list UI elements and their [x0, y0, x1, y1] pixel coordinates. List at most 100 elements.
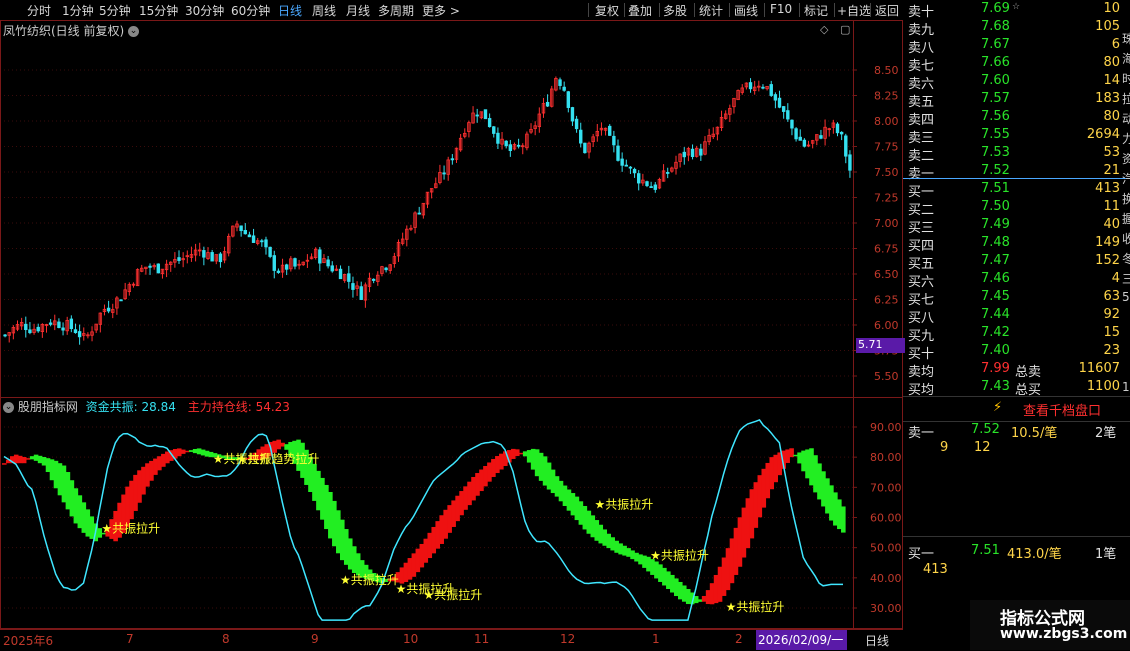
ask-row-4[interactable]: 卖四 7.56 80	[903, 108, 1130, 128]
level-price: 7.68	[981, 19, 1010, 34]
edge-char: 汽	[1122, 172, 1130, 186]
indicator-bar	[17, 455, 23, 464]
resonance-signal-label: ★共振拉升	[423, 587, 482, 602]
candle-body	[835, 123, 840, 134]
depth-sell1-row: 卖一 7.52 10.5/笔 2笔	[908, 422, 1117, 441]
view-depth-button[interactable]: 查看千档盘口	[1023, 400, 1101, 419]
indicator-bar	[21, 456, 27, 464]
edge-char: 力	[1122, 132, 1130, 146]
bid-row-1[interactable]: 买一 7.51 413	[903, 180, 1130, 200]
edge-char: 资	[1122, 152, 1130, 166]
indicator-bar	[813, 455, 818, 493]
indicator-bar	[487, 462, 492, 482]
indicator-bar	[73, 488, 79, 524]
indicator-bar	[642, 555, 647, 568]
indicator-bar	[471, 476, 476, 501]
candle-body	[583, 142, 587, 154]
candle-body	[682, 151, 686, 158]
indicator-bar	[741, 507, 747, 558]
x-tick: 10	[403, 632, 419, 646]
bid-row-2[interactable]: 买二 7.50 11	[903, 198, 1130, 218]
ask-row-3[interactable]: 卖三 7.55 2694	[903, 126, 1130, 146]
bid-row-5[interactable]: 买五 7.47 152	[903, 252, 1130, 272]
ask-row-6[interactable]: 卖六 7.60 14	[903, 72, 1130, 92]
indicator-bar	[407, 558, 413, 580]
level-volume: 152	[1095, 253, 1120, 268]
level-price: 7.50	[981, 199, 1010, 214]
pane-controls: ◇ ▢	[820, 23, 850, 36]
indicator-bar	[546, 462, 552, 490]
indicator-bar	[602, 529, 608, 546]
candlestick-series	[3, 76, 852, 345]
series-main-holding-label: 主力持仓线: 54.23	[187, 400, 290, 414]
candle-body	[579, 129, 583, 144]
indicator-bar	[204, 450, 210, 457]
indicator-bar	[129, 480, 134, 520]
edge-char: 海	[1122, 52, 1130, 66]
ask-row-8[interactable]: 卖八 7.67 6	[903, 36, 1130, 56]
ask-row-7[interactable]: 卖七 7.66 80	[903, 54, 1130, 74]
indicator-bar	[137, 470, 142, 503]
avg-buy-row: 买均 7.43 总买 1100	[908, 379, 1120, 398]
bid-row-10[interactable]: 买十 7.40 23	[903, 342, 1130, 362]
indicator-bar	[630, 550, 635, 560]
window-icon[interactable]: ▢	[840, 23, 850, 36]
candle-body	[508, 144, 513, 151]
indicator-bar	[49, 459, 55, 481]
candle-body	[442, 172, 446, 175]
ask-row-9[interactable]: 卖九 7.68 105	[903, 18, 1130, 38]
bid-row-6[interactable]: 买六 7.46 4	[903, 270, 1130, 290]
chevron-down-icon[interactable]: ⌄	[3, 402, 14, 413]
bid-row-4[interactable]: 买四 7.48 149	[903, 234, 1130, 254]
indicator-bar	[514, 449, 520, 457]
indicator-bar	[69, 480, 75, 517]
indicator-bar	[566, 489, 572, 511]
indicator-bar	[316, 470, 321, 511]
bid-row-3[interactable]: 买三 7.49 40	[903, 216, 1130, 236]
candle-body	[326, 259, 330, 267]
indicator-bar	[347, 538, 353, 570]
ask-row-5[interactable]: 卖五 7.57 183	[903, 90, 1130, 110]
indicator-tick-label: 80.00	[870, 451, 902, 464]
candle-body	[251, 235, 256, 243]
ask-row-2[interactable]: 卖二 7.53 53	[903, 144, 1130, 164]
level-volume: 10	[1103, 1, 1120, 16]
indicator-bar	[825, 478, 830, 514]
level-price: 7.44	[981, 307, 1010, 322]
indicator-bar	[518, 452, 524, 455]
bid-row-7[interactable]: 买七 7.45 63	[903, 288, 1130, 308]
indicator-bar	[670, 574, 675, 593]
candle-body	[247, 234, 252, 238]
candle-body	[359, 286, 363, 300]
level-volume: 40	[1103, 217, 1120, 232]
candle-body	[272, 255, 276, 271]
level-volume: 14	[1103, 73, 1120, 88]
indicator-bar	[582, 505, 588, 530]
diamond-icon[interactable]: ◇	[820, 23, 828, 36]
indicator-bar	[403, 562, 409, 583]
indicator-bar	[176, 448, 182, 457]
candle-body	[36, 326, 40, 332]
level-volume: 53	[1103, 145, 1120, 160]
chevron-down-icon[interactable]: ⌄	[128, 26, 140, 37]
indicator-bar	[590, 515, 596, 538]
indicator-bar	[681, 585, 687, 602]
indicator-bar	[499, 453, 504, 470]
indicator-bar	[184, 450, 190, 453]
bid-row-9[interactable]: 买九 7.42 15	[903, 324, 1130, 344]
indicator-bar	[538, 452, 544, 481]
indicator-bar	[423, 538, 429, 563]
candle-body	[417, 212, 421, 215]
candle-body	[504, 140, 508, 147]
indicator-bar	[153, 458, 158, 475]
star-icon: ☆	[1012, 2, 1021, 12]
indicator-bar	[526, 450, 532, 463]
indicator-bar	[833, 492, 838, 526]
level-price: 7.49	[981, 217, 1010, 232]
indicator-name: 股朋指标网	[17, 400, 78, 414]
level-price: 7.66	[981, 55, 1010, 70]
candle-body	[802, 139, 807, 147]
bid-row-8[interactable]: 买八 7.44 92	[903, 306, 1130, 326]
chart-area[interactable]: 8.50 8.25 8.00 7.75 7.50 7.25 7.00 6.75 6.50 6.25…	[0, 0, 903, 650]
level-volume: 11	[1103, 199, 1120, 214]
